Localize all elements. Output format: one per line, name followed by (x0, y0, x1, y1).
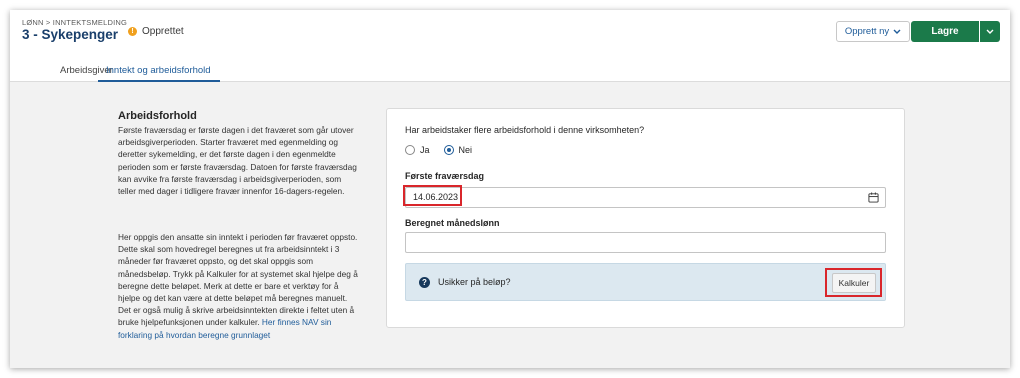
info-paragraph-first-absence: Første fraværsdag er første dagen i det … (118, 125, 357, 197)
chevron-down-icon (986, 29, 994, 34)
main-content: Arbeidsforhold Første fraværsdag er førs… (10, 82, 1010, 368)
page-title: 3 - Sykepenger (22, 27, 119, 42)
monthly-salary-label: Beregnet månedslønn (405, 218, 500, 228)
radio-option-yes[interactable]: Ja (405, 145, 430, 155)
page-header: LØNN > INNTEKTSMELDING 3 - Sykepenger ! … (10, 10, 1010, 54)
calendar-icon[interactable] (868, 192, 879, 203)
radio-no[interactable] (443, 145, 454, 155)
radio-option-no[interactable]: Nei (443, 145, 473, 155)
multiple-employments-question: Har arbeidstaker flere arbeidsforhold i … (405, 125, 645, 135)
tab-arbeidsgiver[interactable]: Arbeidsgiver (60, 65, 113, 76)
section-title: Arbeidsforhold (118, 110, 197, 122)
chevron-down-icon (893, 29, 901, 34)
tab-inntekt-og-arbeidsforhold[interactable]: Inntekt og arbeidsforhold (106, 65, 211, 76)
radio-yes[interactable] (405, 145, 415, 155)
info-paragraph-income-text: Her oppgis den ansatte sin inntekt i per… (118, 232, 358, 328)
info-dot-icon: ! (128, 27, 137, 36)
first-absence-label: Første fraværsdag (405, 171, 485, 181)
radio-no-label: Nei (458, 145, 473, 155)
first-absence-date-input[interactable]: 14.06.2023 (405, 187, 886, 208)
radio-yes-label: Ja (420, 145, 430, 155)
create-new-button[interactable]: Opprett ny (836, 21, 910, 42)
info-paragraph-income: Her oppgis den ansatte sin inntekt i per… (118, 231, 358, 341)
form-card: Har arbeidstaker flere arbeidsforhold i … (386, 108, 905, 328)
question-icon: ? (419, 277, 430, 288)
breadcrumb[interactable]: LØNN > INNTEKTSMELDING (22, 18, 127, 27)
create-new-label: Opprett ny (844, 26, 890, 37)
calculate-highlight-box (825, 268, 882, 297)
save-button[interactable]: Lagre (911, 21, 979, 42)
date-highlight-box (403, 185, 462, 206)
status-label: Opprettet (142, 26, 184, 37)
save-menu-button[interactable] (980, 21, 1000, 42)
app-window: LØNN > INNTEKTSMELDING 3 - Sykepenger ! … (10, 10, 1010, 368)
tab-bar: Arbeidsgiver Inntekt og arbeidsforhold (10, 58, 1010, 82)
monthly-salary-input[interactable] (405, 232, 886, 253)
salary-help-box: ? Usikker på beløp? Kalkuler (405, 263, 886, 301)
multiple-employments-radio-group: Ja Nei (405, 145, 472, 155)
status-badge: ! Opprettet (128, 26, 184, 37)
help-text: Usikker på beløp? (438, 277, 511, 287)
